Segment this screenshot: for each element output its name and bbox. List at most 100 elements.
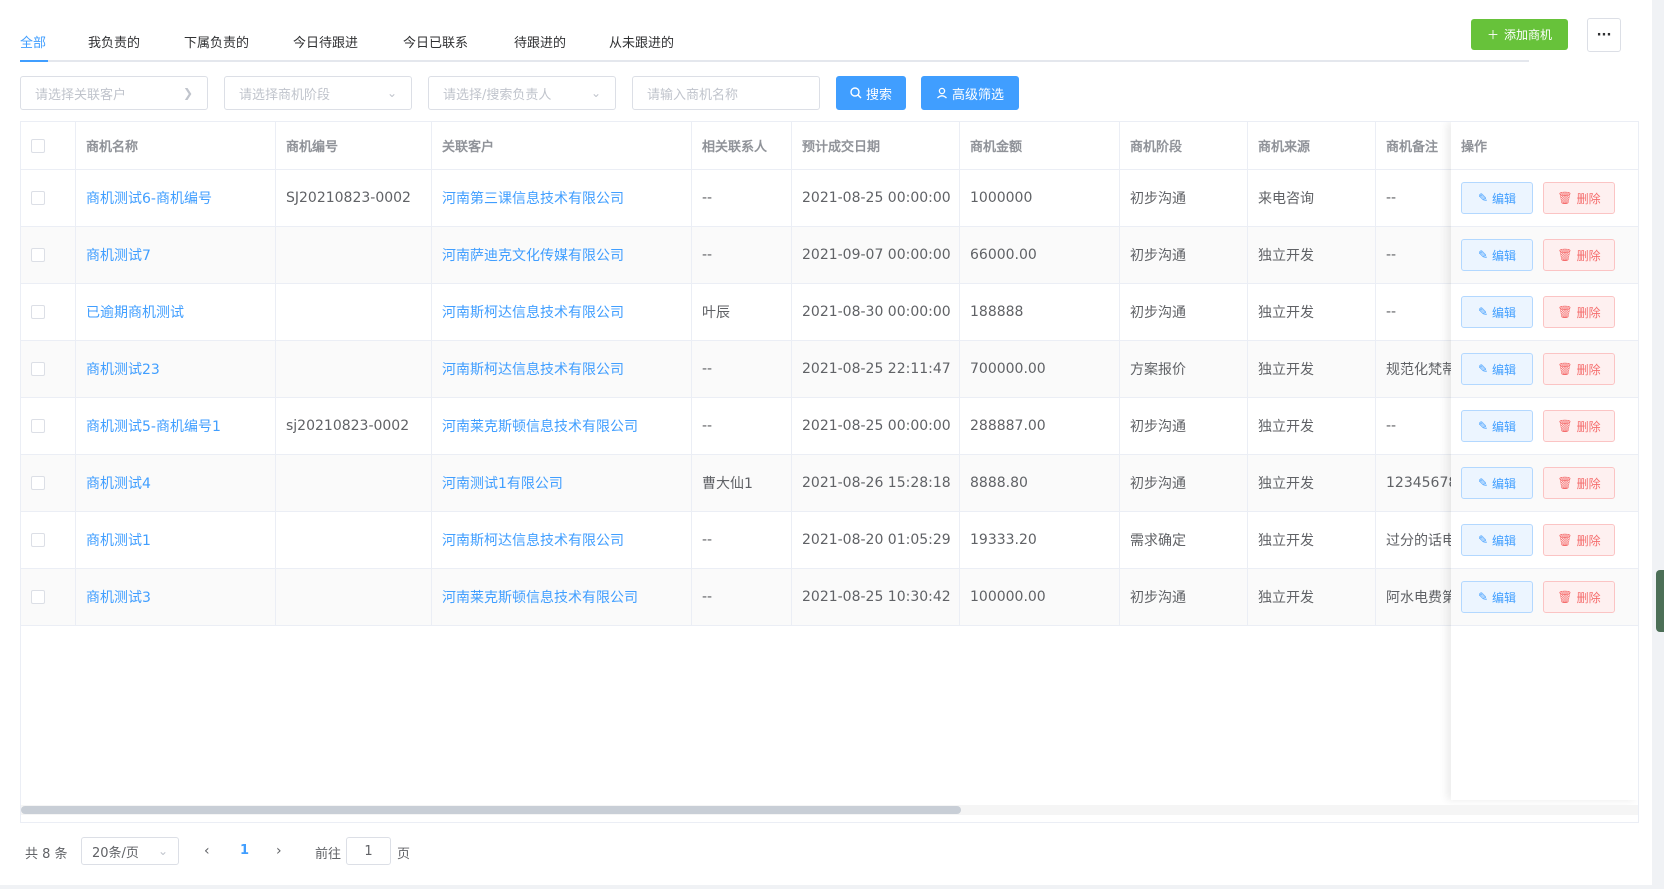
owner-select[interactable]: 请选择/搜索负责人 ⌄ (428, 76, 616, 110)
page-size-select[interactable]: 20条/页 ⌄ (81, 837, 179, 865)
side-drawer-handle[interactable] (1656, 570, 1664, 632)
delete-button[interactable]: 🗑︎ 删除 (1543, 524, 1615, 556)
cell-remark: 规范化梵蒂 (1386, 362, 1456, 378)
cell-name[interactable]: 商机测试23 (86, 359, 160, 379)
prev-page-button[interactable]: ‹ (204, 843, 210, 859)
trash-icon: 🗑︎ (1557, 476, 1573, 490)
cell-customer[interactable]: 河南萨迪克文化传媒有限公司 (442, 245, 624, 265)
delete-button[interactable]: 🗑︎ 删除 (1543, 353, 1615, 385)
row-actions: ✎ 编辑 🗑︎ 删除 (1451, 284, 1638, 341)
cell-customer[interactable]: 河南测试1有限公司 (442, 473, 563, 493)
cell-stage: 初步沟通 (1130, 191, 1186, 207)
add-opportunity-button[interactable]: ＋ 添加商机 (1471, 19, 1568, 50)
edit-button[interactable]: ✎ 编辑 (1461, 410, 1533, 442)
delete-button[interactable]: 🗑︎ 删除 (1543, 410, 1615, 442)
row-checkbox[interactable] (31, 248, 45, 262)
delete-button[interactable]: 🗑︎ 删除 (1543, 182, 1615, 214)
cell-customer[interactable]: 河南斯柯达信息技术有限公司 (442, 302, 624, 322)
cell-name[interactable]: 商机测试5-商机编号1 (86, 416, 221, 436)
cell-source: 独立开发 (1258, 362, 1314, 378)
edit-button[interactable]: ✎ 编辑 (1461, 581, 1533, 613)
cell-customer[interactable]: 河南莱克斯顿信息技术有限公司 (442, 587, 638, 607)
cell-customer[interactable]: 河南斯柯达信息技术有限公司 (442, 359, 624, 379)
edit-icon: ✎ (1477, 590, 1489, 604)
col-amount[interactable]: 商机金额 (960, 122, 1120, 169)
page-number-current[interactable]: 1 (240, 843, 249, 858)
row-checkbox[interactable] (31, 362, 45, 376)
cell-amount: 188888 (970, 304, 1024, 320)
horizontal-scrollbar[interactable] (21, 805, 1638, 815)
table-row: 商机测试6-商机编号 SJ20210823-0002 河南第三课信息技术有限公司 --… (21, 170, 1638, 227)
cell-name[interactable]: 商机测试3 (86, 587, 151, 607)
edit-button[interactable]: ✎ 编辑 (1461, 467, 1533, 499)
table-row: 已逾期商机测试 河南斯柯达信息技术有限公司 叶辰 2021-08-30 00:00:0… (21, 284, 1638, 341)
trash-icon: 🗑︎ (1557, 590, 1573, 604)
edit-button[interactable]: ✎ 编辑 (1461, 182, 1533, 214)
col-name[interactable]: 商机名称 (76, 122, 276, 169)
edit-button[interactable]: ✎ 编辑 (1461, 524, 1533, 556)
advanced-filter-button[interactable]: 高级筛选 (921, 76, 1019, 110)
col-source[interactable]: 商机来源 (1248, 122, 1376, 169)
cell-date: 2021-08-25 00:00:00 (802, 190, 951, 206)
cell-name[interactable]: 商机测试4 (86, 473, 151, 493)
delete-button[interactable]: 🗑︎ 删除 (1543, 296, 1615, 328)
row-checkbox[interactable] (31, 419, 45, 433)
trash-icon: 🗑︎ (1557, 305, 1573, 319)
cell-contact: 叶辰 (702, 305, 730, 321)
row-checkbox[interactable] (31, 533, 45, 547)
cell-stage: 初步沟通 (1130, 248, 1186, 264)
cell-remark: 12345678 (1386, 475, 1458, 491)
edit-button[interactable]: ✎ 编辑 (1461, 296, 1533, 328)
scrollbar-thumb[interactable] (21, 806, 961, 814)
cell-code: sj20210823-0002 (286, 418, 410, 434)
edit-button[interactable]: ✎ 编辑 (1461, 239, 1533, 271)
tab-all[interactable]: 全部 (20, 32, 46, 51)
row-checkbox[interactable] (31, 590, 45, 604)
trash-icon: 🗑︎ (1557, 419, 1573, 433)
customer-select[interactable]: 请选择关联客户 ❯ (20, 76, 208, 110)
row-checkbox[interactable] (31, 305, 45, 319)
search-button[interactable]: 搜索 (836, 76, 906, 110)
cell-customer[interactable]: 河南斯柯达信息技术有限公司 (442, 530, 624, 550)
tab-bar: 全部 我负责的 下属负责的 今日待跟进 今日已联系 待跟进的 从未跟进的 (20, 20, 1529, 62)
more-button[interactable]: ··· (1587, 18, 1621, 52)
row-checkbox[interactable] (31, 476, 45, 490)
tab-today-follow[interactable]: 今日待跟进 (293, 32, 358, 51)
delete-button[interactable]: 🗑︎ 删除 (1543, 239, 1615, 271)
cell-customer[interactable]: 河南莱克斯顿信息技术有限公司 (442, 416, 638, 436)
delete-button[interactable]: 🗑︎ 删除 (1543, 467, 1615, 499)
tab-never-followed[interactable]: 从未跟进的 (609, 32, 674, 51)
cell-name[interactable]: 商机测试7 (86, 245, 151, 265)
tab-pending-follow[interactable]: 待跟进的 (514, 32, 566, 51)
row-checkbox[interactable] (31, 191, 45, 205)
next-page-button[interactable]: › (276, 843, 282, 859)
cell-customer[interactable]: 河南第三课信息技术有限公司 (442, 188, 624, 208)
delete-button[interactable]: 🗑︎ 删除 (1543, 581, 1615, 613)
col-stage[interactable]: 商机阶段 (1120, 122, 1248, 169)
cell-name[interactable]: 商机测试6-商机编号 (86, 188, 212, 208)
cell-name[interactable]: 商机测试1 (86, 530, 151, 550)
row-actions: ✎ 编辑 🗑︎ 删除 (1451, 227, 1638, 284)
stage-select[interactable]: 请选择商机阶段 ⌄ (224, 76, 412, 110)
col-date[interactable]: 预计成交日期 (792, 122, 960, 169)
cell-name[interactable]: 已逾期商机测试 (86, 302, 184, 322)
goto-page-input[interactable]: 1 (346, 837, 391, 865)
col-contact[interactable]: 相关联系人 (692, 122, 792, 169)
chevron-down-icon: ⌄ (157, 844, 168, 858)
col-code[interactable]: 商机编号 (276, 122, 432, 169)
cell-amount: 8888.80 (970, 475, 1028, 491)
cell-source: 独立开发 (1258, 248, 1314, 264)
edit-icon: ✎ (1477, 362, 1489, 376)
tab-today-contacted[interactable]: 今日已联系 (403, 32, 468, 51)
col-customer[interactable]: 关联客户 (432, 122, 692, 169)
goto-label: 前往 (315, 847, 342, 862)
cell-date: 2021-08-30 00:00:00 (802, 304, 951, 320)
edit-button[interactable]: ✎ 编辑 (1461, 353, 1533, 385)
table-row: 商机测试1 河南斯柯达信息技术有限公司 -- 2021-08-20 01:05:29 1… (21, 512, 1638, 569)
select-all-checkbox[interactable] (31, 138, 45, 153)
tab-mine[interactable]: 我负责的 (88, 32, 140, 51)
tab-subordinates[interactable]: 下属负责的 (184, 32, 249, 51)
chevron-right-icon: ❯ (182, 86, 193, 100)
name-input[interactable]: 请输入商机名称 (632, 76, 820, 110)
cell-date: 2021-09-07 00:00:00 (802, 247, 951, 263)
